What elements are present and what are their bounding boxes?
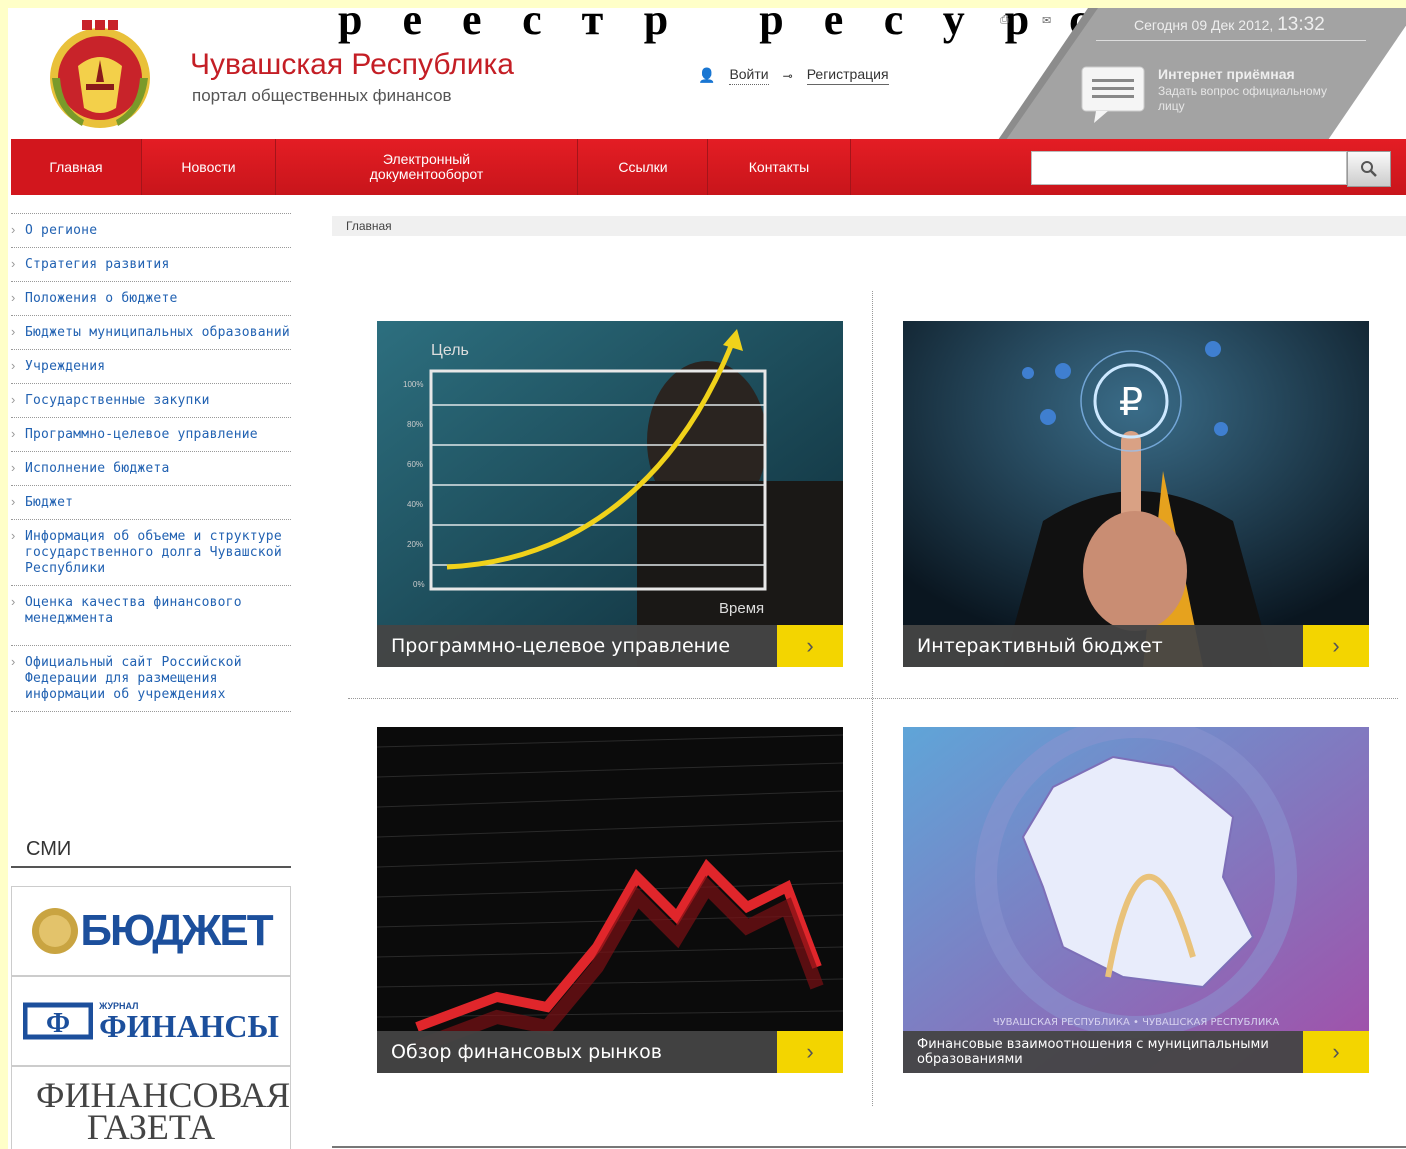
sidebar-item-program-management[interactable]: Программно-целевое управление	[11, 417, 291, 451]
chart-goal-label: Цель	[431, 342, 469, 359]
sidebar-item-budget[interactable]: Бюджет	[11, 485, 291, 519]
sidebar-item-institutions[interactable]: Учреждения	[11, 349, 291, 383]
site-title[interactable]: Чувашская Республика	[190, 48, 514, 82]
sidebar-item-region[interactable]: О регионе	[11, 213, 291, 247]
tile-caption: Программно-целевое управление	[377, 625, 777, 667]
tile-caption: Интерактивный бюджет	[903, 625, 1303, 667]
tile-caption: Финансовые взаимоотношения с муниципальн…	[903, 1031, 1303, 1073]
chevron-right-icon[interactable]: ›	[777, 625, 843, 667]
sidebar-item-state-debt[interactable]: Информация об объеме и структуре государ…	[11, 519, 291, 585]
tick-100: 100%	[403, 380, 423, 389]
tile-caption: Обзор финансовых рынков	[377, 1031, 777, 1073]
finance-journal-emblem-icon: Ф	[23, 1002, 94, 1040]
nav-home[interactable]: Главная	[11, 139, 142, 195]
tick-60: 60%	[407, 460, 423, 469]
chevron-right-icon[interactable]: ›	[1303, 1031, 1369, 1073]
sidebar-item-financial-management[interactable]: Оценка качества финансового менеджмента	[11, 585, 291, 635]
svg-text:Ф: Ф	[46, 1008, 70, 1039]
republic-map-image: ЧУВАШСКАЯ РЕСПУБЛИКА • ЧУВАШСКАЯ РЕСПУБЛ…	[903, 727, 1369, 1073]
tile-financial-markets[interactable]: Обзор финансовых рынков ›	[377, 727, 843, 1073]
horizontal-divider	[348, 698, 1398, 699]
media-budget-logo[interactable]: БЮДЖЕТ	[11, 886, 291, 976]
sidebar-item-budget-execution[interactable]: Исполнение бюджета	[11, 451, 291, 485]
reception-title[interactable]: Интернет приёмная	[1158, 66, 1295, 82]
footer-divider	[332, 1146, 1406, 1148]
chevron-right-icon[interactable]: ›	[777, 1031, 843, 1073]
login-link[interactable]: Войти	[729, 66, 769, 85]
search-input[interactable]	[1031, 151, 1347, 185]
tile-municipal-relations[interactable]: ЧУВАШСКАЯ РЕСПУБЛИКА • ЧУВАШСКАЯ РЕСПУБЛ…	[903, 727, 1369, 1073]
chart-time-label: Время	[719, 600, 764, 617]
search-button[interactable]	[1347, 151, 1391, 187]
auth-links: 👤 Войти ⊸ Регистрация	[698, 66, 889, 85]
user-icon: 👤	[698, 67, 716, 83]
map-label: ЧУВАШСКАЯ РЕСПУБЛИКА • ЧУВАШСКАЯ РЕСПУБЛ…	[993, 1017, 1280, 1028]
nav-news[interactable]: Новости	[142, 139, 276, 195]
breadcrumb[interactable]: Главная	[332, 216, 1406, 236]
tick-80: 80%	[407, 420, 423, 429]
sidebar-item-municipal-budgets[interactable]: Бюджеты муниципальных образований	[11, 315, 291, 349]
coat-of-arms-logo[interactable]	[42, 12, 158, 132]
search-icon	[1361, 161, 1377, 177]
media-heading: СМИ	[26, 838, 72, 860]
register-link[interactable]: Регистрация	[806, 66, 889, 85]
media-finance-journal-logo[interactable]: Ф ЖУРНАЛ ФИНАНСЫ	[11, 976, 291, 1066]
media-divider	[11, 866, 291, 868]
main-nav: Главная Новости Электронный документообо…	[11, 139, 1406, 195]
site-subtitle: портал общественных финансов	[192, 86, 452, 105]
chat-bubble-icon[interactable]	[1080, 65, 1146, 123]
nav-contacts[interactable]: Контакты	[708, 139, 851, 195]
ruble-icon: ₽	[1119, 380, 1143, 424]
sidebar-divider	[11, 711, 291, 712]
tick-0: 0%	[413, 580, 425, 589]
tick-20: 20%	[407, 540, 423, 549]
sidebar-item-strategy[interactable]: Стратегия развития	[11, 247, 291, 281]
page: реестр ресурс Чувашская Республика порта…	[8, 8, 1406, 1149]
sidebar: О регионе Стратегия развития Положения о…	[11, 213, 291, 712]
media-finance-gazette-logo[interactable]: ФИНАНСОВАЯ ГАЗЕТА	[11, 1066, 291, 1149]
ruble-touch-image: ₽	[903, 321, 1369, 667]
sidebar-item-budget-regulations[interactable]: Положения о бюджете	[11, 281, 291, 315]
current-time: 13:32	[1277, 14, 1325, 35]
tick-40: 40%	[407, 500, 423, 509]
tile-program-management[interactable]: Цель Время 100% 80% 60% 40% 20% 0% Прогр…	[377, 321, 843, 667]
sidebar-item-procurement[interactable]: Государственные закупки	[11, 383, 291, 417]
sidebar-item-official-site[interactable]: Официальный сайт Российской Федерации дл…	[11, 645, 291, 711]
tile-interactive-budget[interactable]: ₽ Интерактивный бюджет ›	[903, 321, 1369, 667]
coin-icon	[32, 908, 79, 954]
date-divider	[1096, 40, 1366, 41]
reception-subtitle[interactable]: Задать вопрос официальному лицу	[1158, 84, 1328, 114]
current-date: Сегодня 09 Дек 2012, 13:32	[1134, 14, 1325, 35]
chevron-right-icon[interactable]: ›	[1303, 625, 1369, 667]
nav-links[interactable]: Ссылки	[579, 139, 708, 195]
growth-chart-image: Цель Время 100% 80% 60% 40% 20% 0%	[377, 321, 843, 667]
key-icon: ⊸	[782, 68, 793, 83]
nav-document-flow[interactable]: Электронный документооборот	[276, 139, 578, 195]
stock-board-image	[377, 727, 843, 1073]
